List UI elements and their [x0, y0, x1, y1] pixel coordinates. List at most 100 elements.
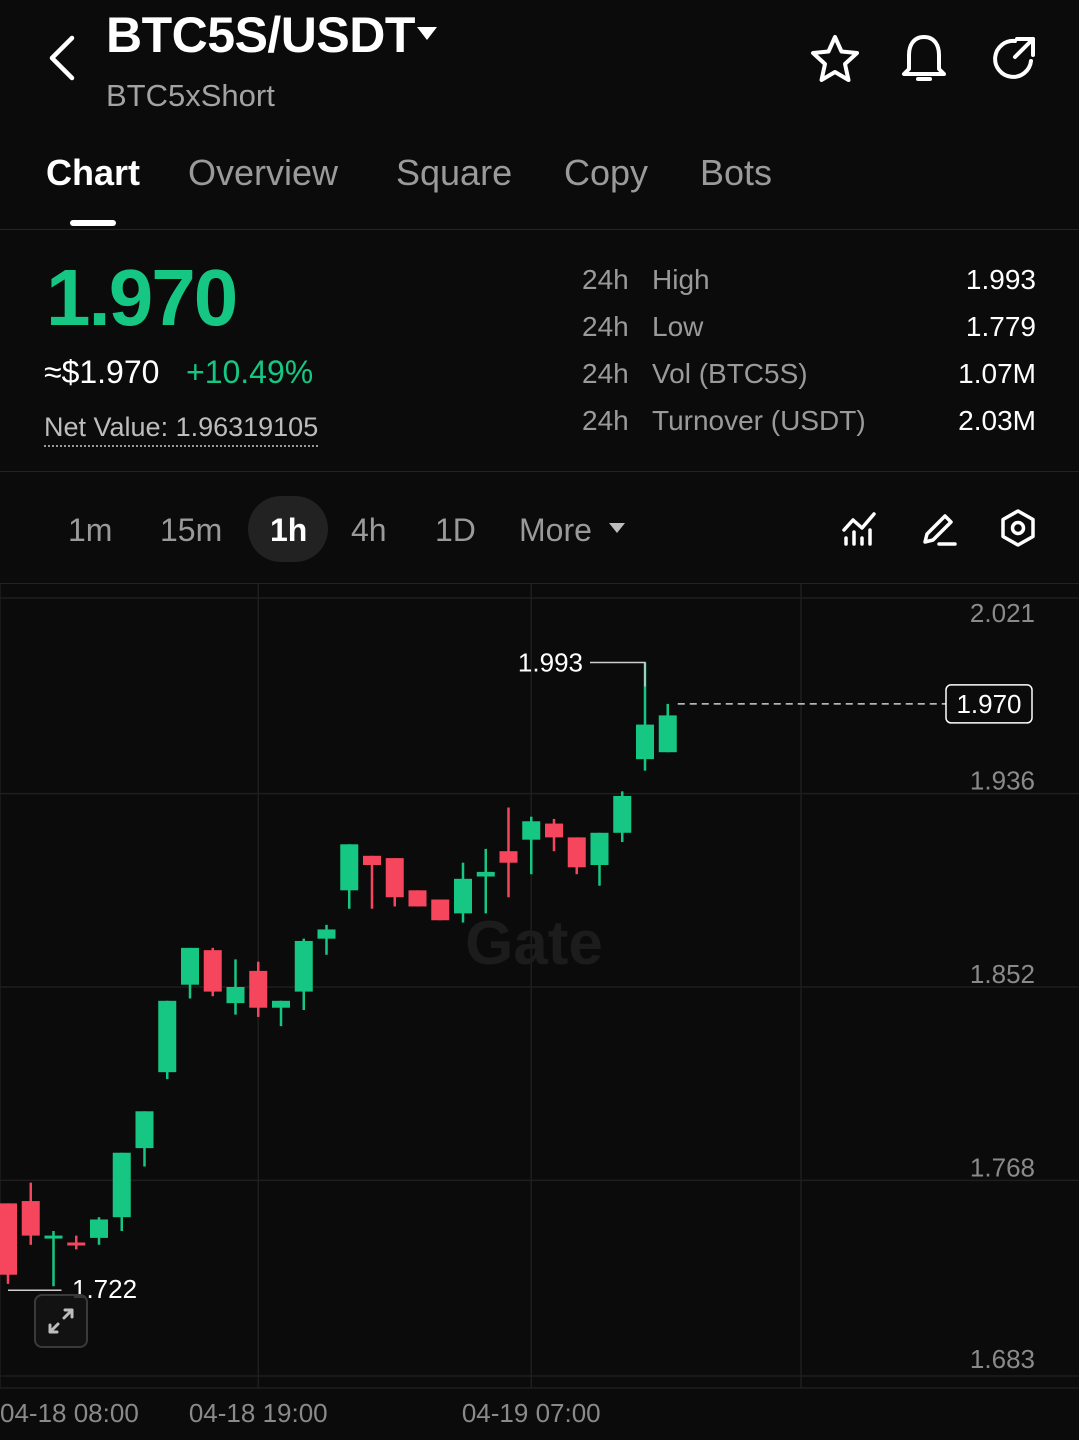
stat-value: 1.07M	[958, 358, 1036, 389]
candle-body	[363, 855, 381, 866]
interval-4h[interactable]: 4h	[351, 512, 387, 549]
candle	[21, 1182, 40, 1245]
tab-copy[interactable]: Copy	[564, 152, 648, 194]
candle	[522, 816, 541, 875]
indicator-icon	[842, 512, 876, 546]
candle-body	[112, 1152, 131, 1218]
candlestick-chart[interactable]: Gate 1.993 1.722 1.970 2.021 1.936 1.852 1.76…	[0, 584, 1079, 1440]
expand-arrows-icon	[48, 1308, 74, 1334]
tab-bots[interactable]: Bots	[700, 152, 772, 194]
draw-button[interactable]	[917, 506, 961, 550]
caret-down-icon[interactable]	[608, 522, 626, 534]
candle-body	[272, 1000, 290, 1008]
indicator-button[interactable]	[838, 506, 882, 550]
share-icon	[993, 37, 1035, 79]
y-axis-tick-label: 1.936	[970, 766, 1035, 796]
candle	[590, 832, 609, 886]
interval-1h[interactable]: 1h	[270, 512, 307, 549]
price-change-percent: +10.49%	[186, 354, 314, 390]
stat-value: 1.779	[965, 311, 1036, 342]
share-button[interactable]	[986, 32, 1040, 86]
candle	[158, 1000, 177, 1080]
interval-1d[interactable]: 1D	[435, 512, 476, 549]
candle	[340, 844, 359, 909]
candle-body	[90, 1219, 108, 1238]
candle	[317, 924, 336, 955]
candle	[272, 1000, 290, 1027]
stat-period: 24h	[582, 358, 629, 389]
candle-body	[454, 878, 472, 914]
candle	[613, 791, 632, 842]
last-price-tag-label: 1.970	[956, 689, 1021, 719]
x-axis-tick-label: 04-18 19:00	[189, 1398, 328, 1428]
stat-label: Turnover (USDT)	[652, 405, 866, 436]
stat-row-high: 24h High 1.993	[582, 264, 1036, 304]
interval-1m[interactable]: 1m	[68, 512, 112, 549]
stat-label: High	[652, 264, 710, 295]
settings-hex-icon	[1001, 509, 1035, 547]
candle-body	[613, 795, 632, 833]
favorite-button[interactable]	[808, 32, 862, 86]
candle	[181, 947, 199, 999]
tab-overview[interactable]: Overview	[188, 152, 338, 194]
candle	[44, 1230, 63, 1287]
star-icon	[811, 35, 859, 82]
candle-body	[317, 929, 336, 939]
candle-body	[408, 890, 427, 907]
high-marker-line	[590, 661, 646, 687]
stat-value: 2.03M	[958, 405, 1036, 436]
x-axis-tick-label: 04-19 07:00	[462, 1398, 601, 1428]
stat-period: 24h	[582, 264, 629, 295]
stat-period: 24h	[582, 405, 629, 436]
candle	[408, 890, 427, 907]
candle-body	[249, 970, 268, 1008]
usd-price: ≈$1.970	[44, 354, 160, 390]
gate-watermark: Gate	[465, 909, 603, 978]
candle-body	[0, 1203, 17, 1275]
chart-canvas[interactable]: Gate 1.9931.7221.970 2.0211.9361.8521.76…	[0, 584, 1079, 1440]
candle	[226, 959, 245, 1015]
stat-period: 24h	[582, 311, 629, 342]
candle-body	[545, 823, 563, 838]
candle	[203, 947, 222, 997]
fullscreen-button[interactable]	[34, 1294, 88, 1348]
tab-chart[interactable]: Chart	[46, 152, 140, 194]
interval-15m[interactable]: 15m	[160, 512, 222, 549]
y-axis-tick-label: 1.852	[970, 959, 1035, 989]
stat-row-turnover: 24h Turnover (USDT) 2.03M	[582, 405, 1036, 445]
interval-more[interactable]: More	[519, 512, 592, 549]
header: BTC5S/USDT BTC5xShort	[0, 0, 1079, 130]
candle-body	[135, 1111, 154, 1149]
candle	[0, 1203, 17, 1284]
candle	[476, 848, 495, 914]
chart-settings-button[interactable]	[996, 506, 1040, 550]
candle-body	[499, 851, 518, 863]
candle-body	[294, 940, 313, 992]
active-tab-indicator	[70, 220, 116, 226]
candle	[135, 1111, 154, 1167]
tab-square[interactable]: Square	[396, 152, 512, 194]
candle-body	[385, 858, 404, 898]
candle-body	[431, 899, 450, 921]
x-axis-tick-label: 04-18 08:00	[0, 1398, 139, 1428]
y-axis-tick-label: 1.768	[970, 1152, 1035, 1182]
candle	[294, 938, 313, 1011]
candle-body	[522, 821, 541, 840]
price-alert-button[interactable]	[897, 32, 951, 86]
candle	[658, 703, 677, 753]
pair-title[interactable]: BTC5S/USDT	[106, 6, 415, 64]
candle	[90, 1217, 108, 1245]
candle	[112, 1152, 131, 1231]
main-tabs: Chart Overview Square Copy Bots	[0, 140, 1079, 230]
caret-down-icon[interactable]	[416, 26, 438, 42]
candle-body	[476, 871, 495, 877]
candle	[567, 837, 586, 875]
back-button[interactable]	[40, 32, 84, 84]
candle	[499, 807, 518, 898]
last-price: 1.970	[46, 253, 238, 342]
candle-body	[44, 1235, 63, 1239]
candle	[385, 858, 404, 907]
net-value[interactable]: Net Value: 1.96319105	[44, 412, 319, 447]
candle	[67, 1235, 86, 1250]
draw-pencil-icon	[923, 514, 957, 546]
